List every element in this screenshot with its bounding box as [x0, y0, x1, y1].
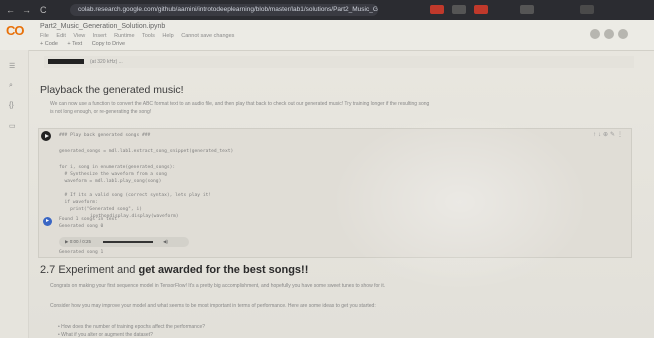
audio-player[interactable]: ▶ 0:00 / 0:25 ◀): [59, 237, 189, 247]
menu-help[interactable]: Help: [162, 33, 173, 39]
left-sidebar: ☰ ⌕ {} ▭: [0, 50, 29, 338]
menu-edit[interactable]: Edit: [56, 33, 65, 39]
section-heading: 2.7 Experiment and get awarded for the b…: [40, 264, 308, 276]
menu-insert[interactable]: Insert: [93, 33, 107, 39]
section-paragraph: Consider how you may improve your model …: [50, 303, 376, 309]
list-item: • How does the number of training epochs…: [58, 324, 206, 330]
settings-icon[interactable]: [604, 29, 614, 39]
code-snippets-icon[interactable]: {}: [9, 102, 19, 110]
photo-frame: ← → C colab.research.google.com/github/a…: [0, 0, 654, 338]
list-item: • What if you alter or augment the datas…: [58, 332, 153, 338]
code-line: generated_songs = mdl.lab1.extract_song_…: [59, 149, 234, 154]
notebook-title[interactable]: Part2_Music_Generation_Solution.ipynb: [40, 23, 165, 30]
section-heading: Playback the generated music!: [40, 84, 184, 96]
output-line: Generated song 1: [59, 250, 104, 255]
forward-button[interactable]: →: [22, 5, 31, 15]
extension-icon[interactable]: [452, 5, 466, 14]
colab-header: CO Part2_Music_Generation_Solution.ipynb…: [0, 20, 654, 51]
redacted-text: [48, 59, 84, 65]
extension-icon[interactable]: [430, 5, 444, 14]
output-line: Found 1 songs in text: [59, 217, 118, 222]
save-status: Cannot save changes: [181, 33, 235, 39]
search-icon[interactable]: ⌕: [9, 82, 19, 90]
heading-text: Experiment and: [58, 264, 136, 276]
add-code-button[interactable]: + Code: [40, 41, 58, 47]
profile-icon[interactable]: [580, 5, 594, 14]
code-line: ### Play back generated songs ###: [59, 133, 151, 138]
header-actions: [586, 26, 646, 40]
code-cell[interactable]: ↑↓⊕✎⋮ ### Play back generated songs ### …: [38, 128, 632, 258]
output-line: Generated song 0: [59, 224, 104, 229]
code-line: # If its a valid song (correct syntax), …: [59, 193, 212, 198]
menu-view[interactable]: View: [73, 33, 85, 39]
code-line: # Synthesize the waveform from a song: [59, 172, 167, 177]
notebook-content: (at 320 kHz) ... Playback the generated …: [30, 52, 650, 338]
avatar[interactable]: [618, 29, 628, 39]
copy-to-drive-button[interactable]: Copy to Drive: [92, 41, 125, 47]
code-line: if waveform:: [59, 200, 98, 205]
reload-button[interactable]: C: [40, 5, 47, 15]
cell-toolbar[interactable]: ↑↓⊕✎⋮: [593, 131, 625, 138]
run-cell-button[interactable]: [41, 131, 51, 141]
audio-time: 0:00 / 0:25: [69, 239, 92, 244]
previous-cell-output: (at 320 kHz) ...: [44, 56, 634, 68]
section-number: 2.7: [40, 264, 56, 276]
heading-bold-text: get awarded for the best songs!!: [138, 264, 309, 276]
share-icon[interactable]: [590, 29, 600, 39]
volume-icon[interactable]: ◀): [163, 237, 168, 247]
menu-runtime[interactable]: Runtime: [114, 33, 134, 39]
address-bar[interactable]: colab.research.google.com/github/aamini/…: [70, 4, 378, 16]
menu-tools[interactable]: Tools: [142, 33, 155, 39]
audio-progress[interactable]: [103, 241, 153, 243]
toc-icon[interactable]: ☰: [9, 62, 19, 70]
notebook-toolbar: + Code + Text Copy to Drive: [40, 41, 133, 47]
code-line: for i, song in enumerate(generated_songs…: [59, 165, 176, 170]
code-line: waveform = mdl.lab1.play_song(song): [59, 179, 162, 184]
extension-icon[interactable]: [474, 5, 488, 14]
section-paragraph: Congrats on making your first sequence m…: [50, 283, 386, 289]
section-paragraph: We can now use a function to convert the…: [50, 101, 430, 115]
play-icon[interactable]: ▶: [65, 239, 68, 244]
menu-file[interactable]: File: [40, 33, 49, 39]
back-button[interactable]: ←: [6, 5, 15, 15]
files-icon[interactable]: ▭: [9, 122, 19, 130]
colab-logo: CO: [6, 23, 24, 38]
add-text-button[interactable]: + Text: [67, 41, 82, 47]
code-line: print("Generated song", i): [59, 207, 142, 212]
cell-output: ▸ Found 1 songs in text Generated song 0…: [43, 217, 627, 255]
extension-icon[interactable]: [520, 5, 534, 14]
menu-bar: File Edit View Insert Runtime Tools Help…: [40, 33, 240, 39]
output-icon[interactable]: ▸: [43, 217, 52, 226]
browser-toolbar: ← → C colab.research.google.com/github/a…: [0, 0, 654, 20]
